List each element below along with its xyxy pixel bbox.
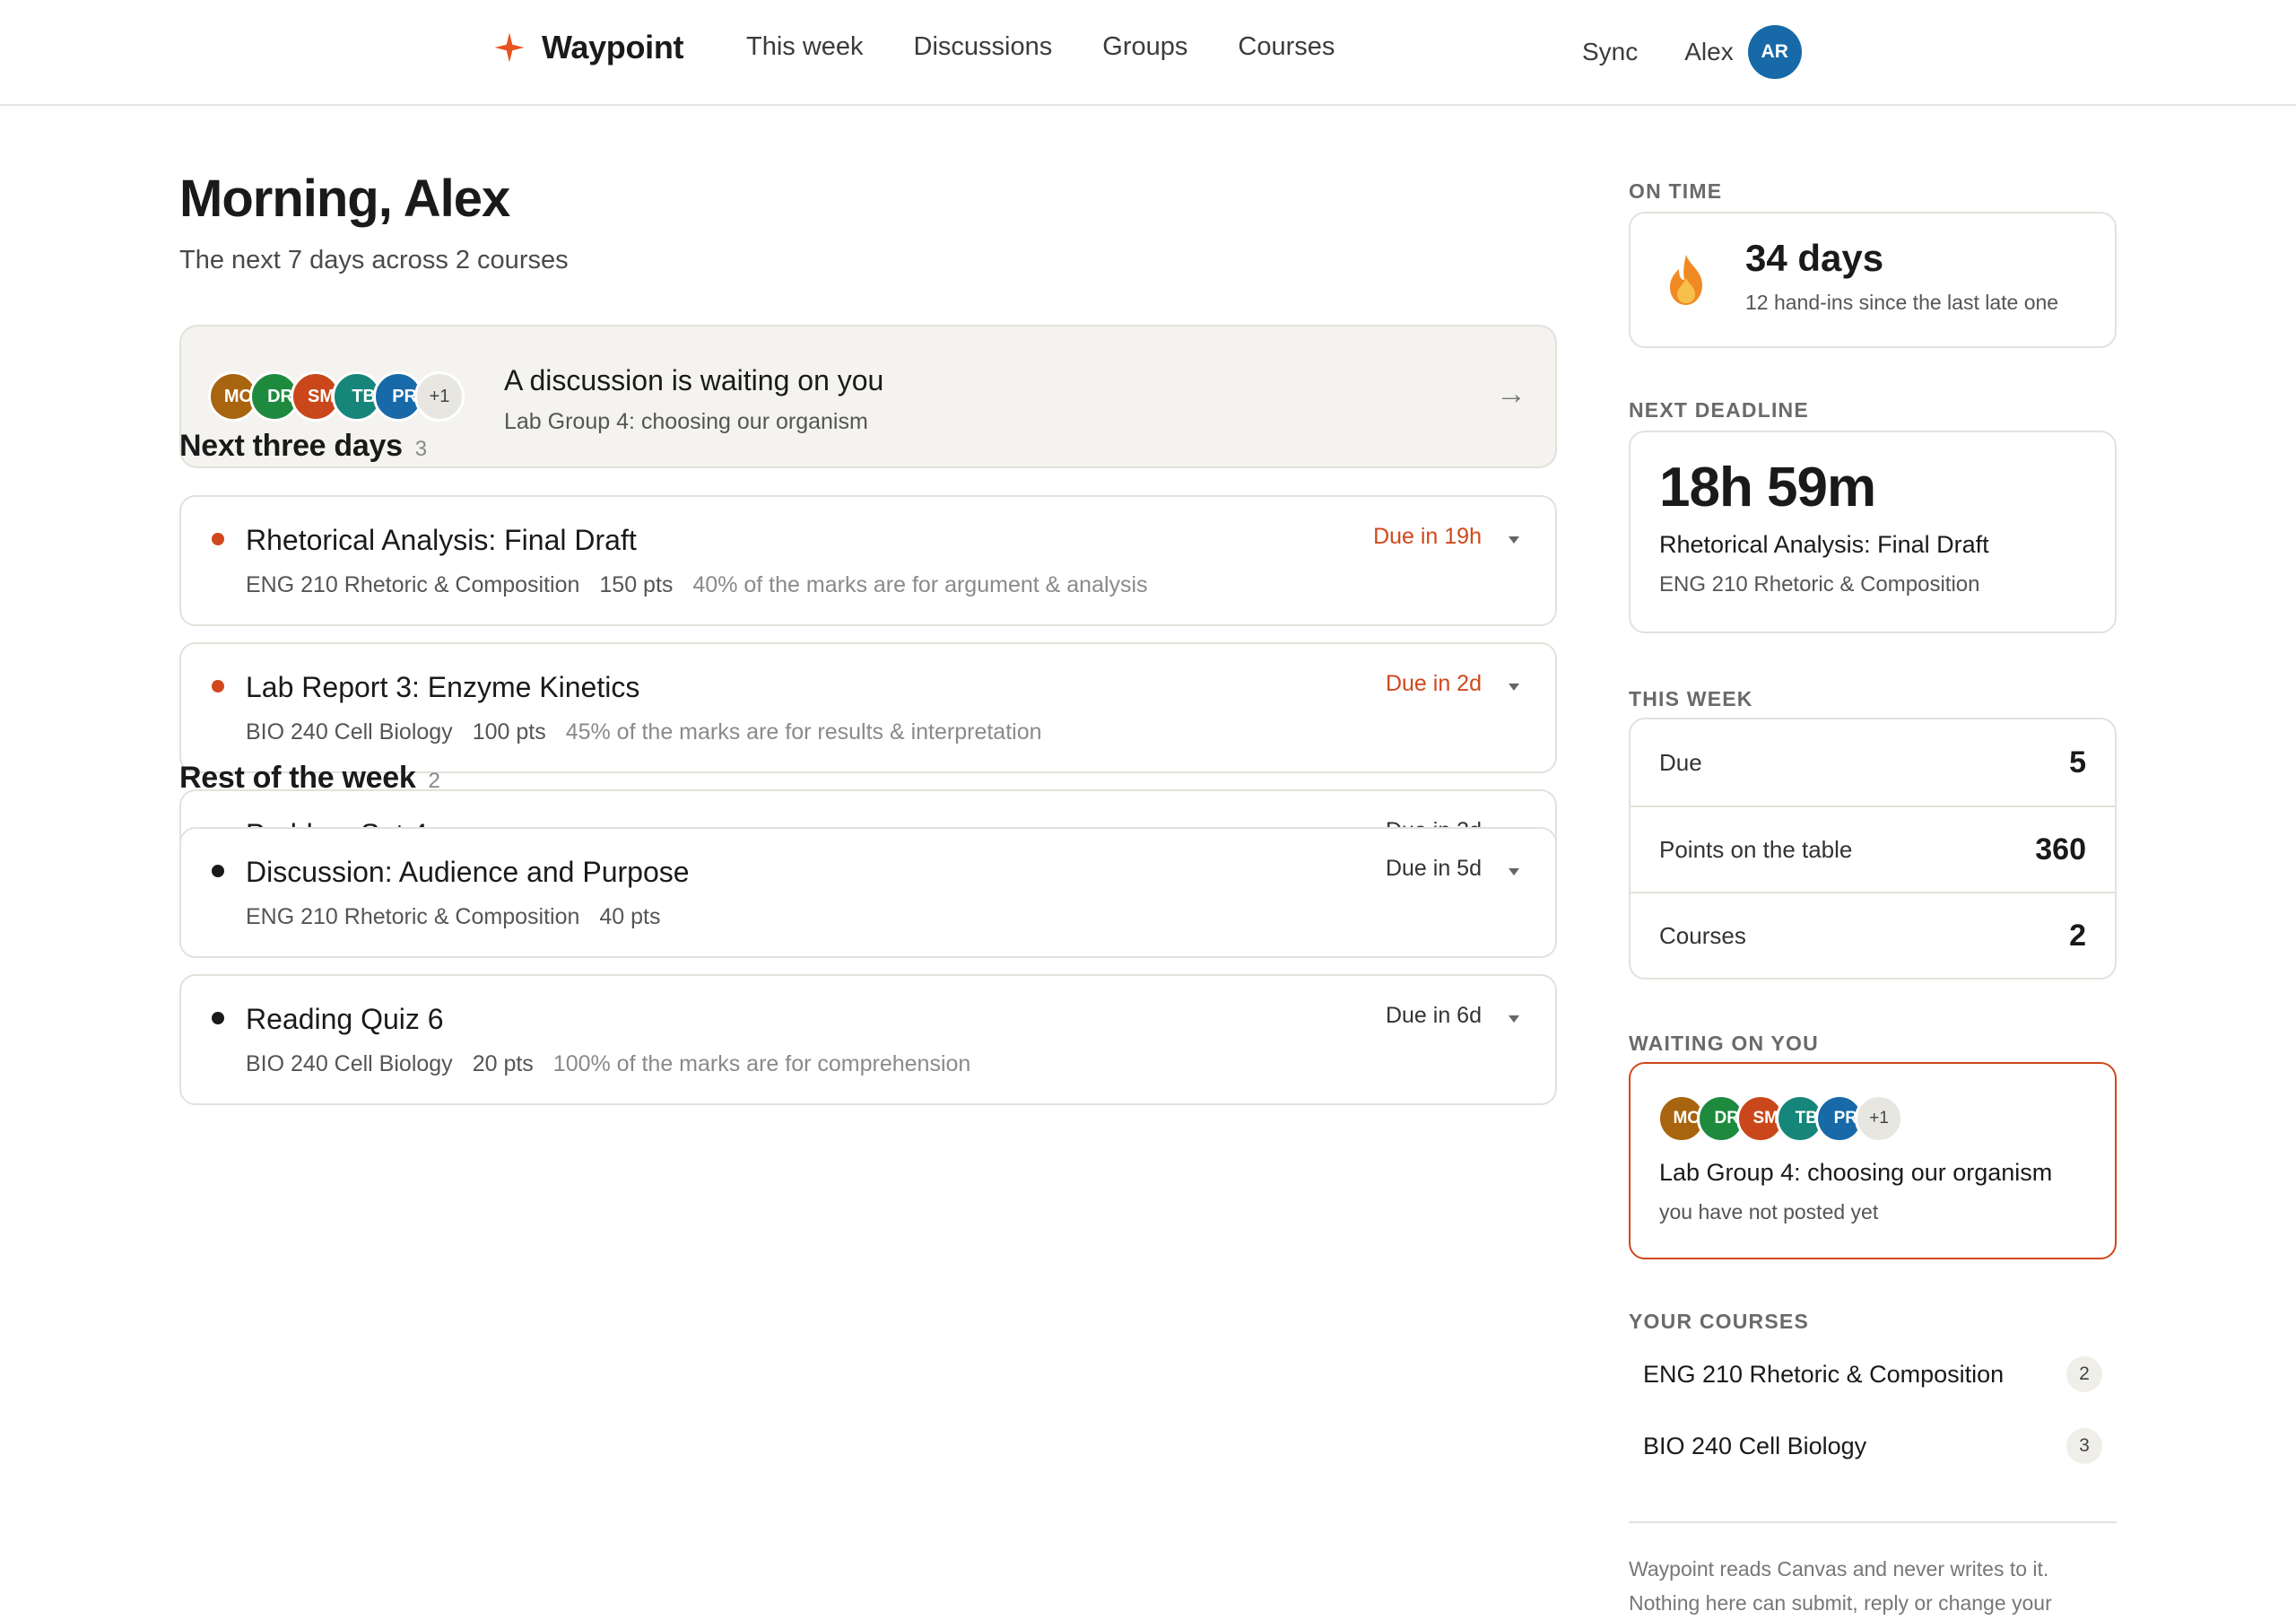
course-item[interactable]: BIO 240 Cell Biology 3 [1629,1410,2117,1482]
on-time-card: 34 days 12 hand-ins since the last late … [1629,212,2117,348]
course-name: BIO 240 Cell Biology [1643,1432,1867,1459]
stat-row-courses: Courses 2 [1631,892,2115,978]
stat-label: Courses [1659,921,1746,949]
this-week-label: THIS WEEK [1629,687,1753,710]
main-nav: This week Discussions Groups Courses [746,32,1335,62]
assignment-rubric-note: 40% of the marks are for argument & anal… [692,572,1148,597]
discussion-banner-title: A discussion is waiting on you [504,364,884,396]
due-badge: Due in 5d [1385,856,1482,881]
assignment-card[interactable]: Reading Quiz 6 BIO 240 Cell Biology 20 pts… [179,974,1557,1105]
sync-button[interactable]: Sync [1582,38,1638,66]
assignment-card[interactable]: Discussion: Audience and Purpose ENG 210 … [179,827,1557,958]
assignment-points: 100 pts [472,719,546,745]
top-bar: Waypoint This week Discussions Groups Co… [0,0,2296,106]
stat-value: 360 [2035,832,2086,867]
stat-value: 2 [2069,918,2086,953]
course-item[interactable]: ENG 210 Rhetoric & Composition 2 [1629,1338,2117,1410]
assignment-card[interactable]: Rhetorical Analysis: Final Draft ENG 210 … [179,495,1557,626]
user-menu: Sync Alex AR [1582,25,1802,79]
section-heading: Rest of the week 2 [179,761,440,796]
section-title: Next three days [179,429,403,463]
assignment-rubric-note: 100% of the marks are for comprehension [552,1051,971,1076]
waiting-subtitle: you have not posted yet [1659,1200,1879,1224]
status-dot [212,1012,224,1024]
stat-row-points: Points on the table 360 [1631,806,2115,892]
assignment-card[interactable]: Lab Report 3: Enzyme Kinetics BIO 240 Cel… [179,642,1557,773]
due-badge: Due in 6d [1385,1003,1482,1028]
sparkle-icon [494,32,525,63]
page-title: Morning, Alex [179,170,510,228]
more-members-badge: +1 [414,371,465,422]
status-dot [212,533,224,545]
nav-discussions[interactable]: Discussions [914,32,1053,62]
section-title: Rest of the week [179,761,416,795]
assignment-points: 150 pts [599,572,674,597]
footer-note: Waypoint reads Canvas and never writes t… [1629,1557,2052,1615]
brand-logo[interactable]: Waypoint [493,25,684,70]
deadline-course: ENG 210 Rhetoric & Composition [1659,572,1980,597]
assignment-title: Lab Report 3: Enzyme Kinetics [246,671,640,703]
page-subtitle: The next 7 days across 2 courses [179,246,569,274]
chevron-down-icon[interactable] [1509,1015,1519,1023]
status-dot [212,680,224,692]
divider [1629,1521,2117,1523]
stat-label: Due [1659,748,1702,776]
due-badge: Due in 2d [1385,671,1482,696]
section-count: 3 [414,437,427,461]
course-name: ENG 210 Rhetoric & Composition [1643,1360,2005,1388]
assignment-title: Rhetorical Analysis: Final Draft [246,524,637,556]
chevron-down-icon[interactable] [1509,684,1519,691]
flame-icon [1670,255,1702,305]
assignment-points: 40 pts [599,904,661,929]
nav-courses[interactable]: Courses [1238,32,1335,62]
assignment-title: Reading Quiz 6 [246,1003,444,1035]
deadline-countdown: 18h 59m [1659,457,1876,518]
assignment-meta: BIO 240 Cell Biology 20 pts 100% of the ma… [246,1051,970,1077]
member-avatars: MC DR SM TB PR +1 [208,371,465,422]
user-name[interactable]: Alex [1684,38,1733,66]
due-badge: Due in 19h [1373,524,1482,549]
on-time-detail: 12 hand-ins since the last late one [1745,291,2059,314]
assignment-course: ENG 210 Rhetoric & Composition [246,572,580,597]
next-deadline-card[interactable]: 18h 59m Rhetorical Analysis: Final Draft… [1629,431,2117,633]
nav-groups[interactable]: Groups [1102,32,1187,62]
arrow-right-icon[interactable]: → [1496,377,1526,412]
user-avatar[interactable]: AR [1747,25,1802,79]
course-count-badge: 2 [2066,1356,2102,1392]
stat-value: 5 [2069,745,2086,780]
section-count: 2 [428,769,440,793]
assignment-course: ENG 210 Rhetoric & Composition [246,904,580,929]
assignment-meta: ENG 210 Rhetoric & Composition 150 pts 40%… [246,572,1148,598]
assignment-title: Discussion: Audience and Purpose [246,856,690,888]
brand-name: Waypoint [542,29,684,65]
assignment-points: 20 pts [472,1051,534,1076]
on-time-value: 34 days [1745,237,1884,279]
waiting-title: Lab Group 4: choosing our organism [1659,1159,2053,1186]
nav-this-week[interactable]: This week [746,32,864,62]
course-count-badge: 3 [2066,1428,2102,1464]
chevron-down-icon[interactable] [1509,536,1519,544]
assignment-meta: ENG 210 Rhetoric & Composition 40 pts [246,904,661,930]
deadline-title: Rhetorical Analysis: Final Draft [1659,531,1989,558]
waiting-label: WAITING ON YOU [1629,1032,1819,1055]
chevron-down-icon[interactable] [1509,868,1519,875]
stat-label: Points on the table [1659,835,1853,863]
assignment-rubric-note: 45% of the marks are for results & inter… [565,719,1042,745]
stat-row-due: Due 5 [1631,719,2115,806]
assignment-course: BIO 240 Cell Biology [246,719,453,745]
on-time-label: ON TIME [1629,179,1723,203]
this-week-card: Due 5 Points on the table 360 Courses 2 [1629,718,2117,980]
waiting-card[interactable]: MC DR SM TB PR +1 Lab Group 4: choosing our o… [1629,1062,2117,1259]
status-dot [212,865,224,877]
discussion-banner-subtitle: Lab Group 4: choosing our organism [504,409,868,434]
assignment-course: BIO 240 Cell Biology [246,1051,453,1076]
courses-label: YOUR COURSES [1629,1310,1809,1333]
member-avatars: MC DR SM TB PR +1 [1657,1094,1903,1143]
section-heading: Next three days 3 [179,429,427,464]
assignment-meta: BIO 240 Cell Biology 100 pts 45% of the ma… [246,719,1042,745]
more-members-badge: +1 [1855,1094,1903,1143]
next-deadline-label: NEXT DEADLINE [1629,398,1809,422]
